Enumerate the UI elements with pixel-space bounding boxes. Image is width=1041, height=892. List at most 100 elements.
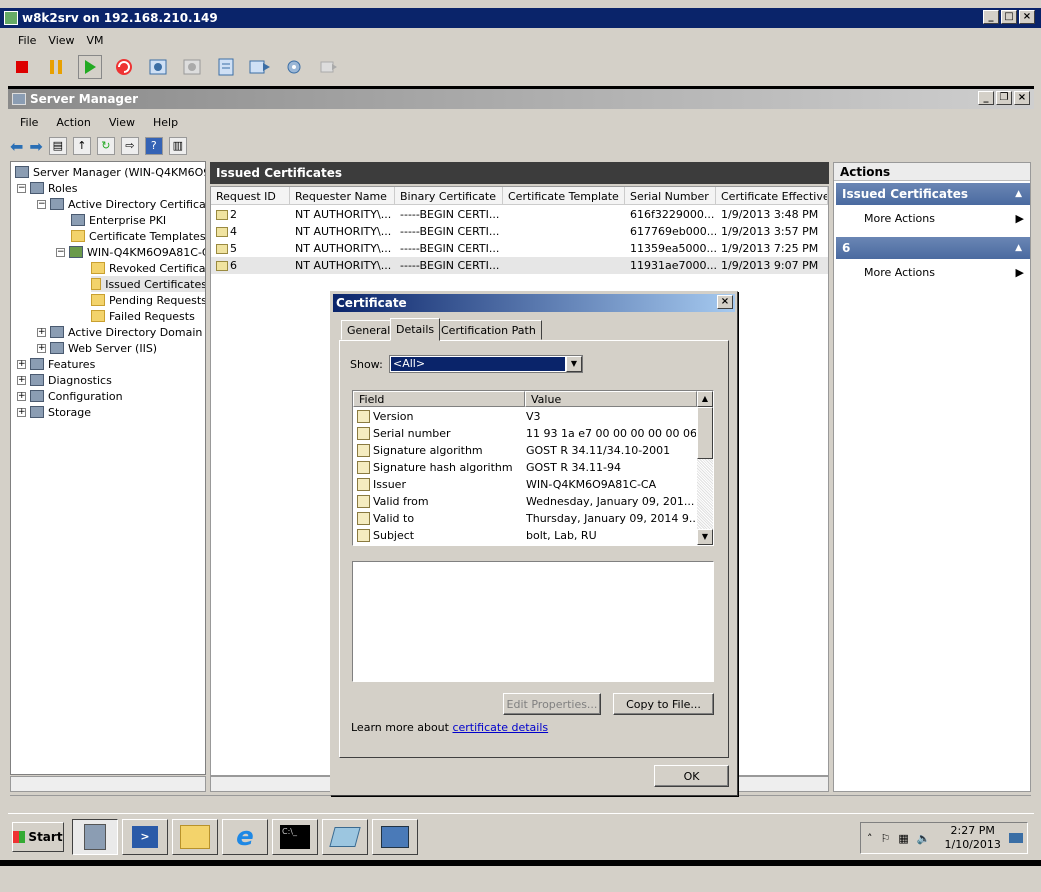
copy-to-file-button[interactable]: Copy to File... (613, 693, 714, 715)
minimize-button[interactable]: _ (983, 10, 999, 24)
flag-icon[interactable]: ⚐ (881, 832, 891, 845)
collapse-icon[interactable]: − (37, 199, 46, 209)
show-hide-action-pane-icon[interactable]: ▥ (168, 137, 187, 155)
column-header-certificate-template[interactable]: Certificate Template (503, 187, 625, 205)
taskbar-command-prompt[interactable]: C:\_ (272, 819, 318, 855)
more-actions-item[interactable]: More Actions ▶ (864, 263, 1028, 281)
reset-icon[interactable] (112, 55, 136, 79)
chevron-down-icon[interactable]: ▼ (566, 356, 582, 372)
column-header-request-id[interactable]: Request ID (211, 187, 290, 205)
sm-minimize-button[interactable]: _ (978, 91, 994, 105)
tree-item-adds[interactable]: + Active Directory Domain Se (37, 324, 205, 340)
taskbar-internet-explorer[interactable]: e (222, 819, 268, 855)
column-header-field[interactable]: Field (353, 391, 525, 407)
stop-icon[interactable] (10, 55, 34, 79)
taskbar-remote-desktop[interactable] (372, 819, 418, 855)
export-list-icon[interactable]: ⇨ (120, 137, 139, 155)
expand-icon[interactable]: + (37, 343, 46, 353)
sm-menu-help[interactable]: Help (153, 116, 178, 129)
revert-snapshot-icon[interactable] (180, 55, 204, 79)
sm-menu-file[interactable]: File (20, 116, 38, 129)
send-ctrl-alt-del-icon[interactable] (248, 55, 272, 79)
field-row[interactable]: Serial number 11 93 1a e7 00 00 00 00 00 … (357, 425, 697, 442)
field-row[interactable]: Valid to Thursday, January 09, 2014 9... (357, 510, 697, 527)
table-row[interactable]: 5 NT AUTHORITY\... -----BEGIN CERTI... 1… (211, 240, 828, 257)
field-row[interactable]: Valid from Wednesday, January 09, 201... (357, 493, 697, 510)
expand-icon[interactable]: + (17, 375, 26, 385)
up-one-level-icon[interactable]: ↑ (72, 137, 91, 155)
sm-restore-button[interactable]: ❐ (996, 91, 1012, 105)
tree-item-storage[interactable]: + Storage (17, 404, 91, 420)
actions-section-issued-certificates[interactable]: Issued Certificates ▲ (836, 183, 1030, 205)
collapse-arrow-icon[interactable]: ▲ (1015, 243, 1022, 253)
tree-item-adcs[interactable]: − Active Directory Certificate (37, 196, 205, 212)
expand-icon[interactable]: + (37, 327, 46, 337)
ok-button[interactable]: OK (654, 765, 729, 787)
tree-item-iis[interactable]: + Web Server (IIS) (37, 340, 157, 356)
column-header-effective-date[interactable]: Certificate Effective Da (716, 187, 828, 205)
close-button[interactable]: × (1019, 10, 1035, 24)
tree-item-certificate-templates[interactable]: Certificate Templates (71, 228, 205, 244)
tree-item-configuration[interactable]: + Configuration (17, 388, 123, 404)
show-select[interactable]: <All> ▼ (389, 355, 583, 373)
tab-certification-path[interactable]: Certification Path (435, 320, 542, 340)
tree-item-server-manager[interactable]: Server Manager (WIN-Q4KM6O9A8 (15, 164, 205, 180)
settings-icon[interactable] (282, 55, 306, 79)
expand-icon[interactable]: + (17, 359, 26, 369)
tab-details[interactable]: Details (390, 318, 441, 341)
sm-menu-action[interactable]: Action (56, 116, 90, 129)
clock[interactable]: 2:27 PM 1/10/2013 (944, 824, 1000, 852)
column-header-binary-certificate[interactable]: Binary Certificate (395, 187, 503, 205)
dialog-close-button[interactable]: × (717, 295, 733, 309)
scroll-up-icon[interactable]: ▲ (697, 391, 713, 407)
taskbar-server-manager[interactable] (72, 819, 118, 855)
back-icon[interactable]: ⬅ (10, 137, 23, 156)
tree-item-features[interactable]: + Features (17, 356, 95, 372)
table-row[interactable]: 2 NT AUTHORITY\... -----BEGIN CERTI... 6… (211, 206, 828, 223)
taskbar-powershell[interactable]: > (122, 819, 168, 855)
expand-icon[interactable]: + (17, 407, 26, 417)
tree-horizontal-scrollbar[interactable] (10, 776, 206, 792)
field-row[interactable]: Version V3 (357, 408, 697, 425)
scroll-down-icon[interactable]: ▼ (697, 529, 713, 545)
scroll-thumb[interactable] (697, 407, 713, 459)
tab-general[interactable]: General (341, 320, 397, 340)
forward-icon[interactable]: ➡ (29, 137, 42, 156)
network-icon[interactable]: ▦ (898, 832, 908, 845)
field-row[interactable]: Issuer WIN-Q4KM6O9A81C-CA (357, 476, 697, 493)
vm-menu-vm[interactable]: VM (87, 34, 104, 47)
field-detail-textbox[interactable] (352, 561, 714, 682)
table-row[interactable]: 6 NT AUTHORITY\... -----BEGIN CERTI... 1… (211, 257, 828, 274)
field-row[interactable]: Signature hash algorithm GOST R 34.11-94 (357, 459, 697, 476)
play-icon[interactable] (78, 55, 102, 79)
edit-properties-button[interactable]: Edit Properties... (503, 693, 601, 715)
maximize-button[interactable]: □ (1001, 10, 1017, 24)
actions-section-selected-item[interactable]: 6 ▲ (836, 237, 1030, 259)
volume-muted-icon[interactable]: 🔈 (917, 832, 931, 845)
vm-menu-view[interactable]: View (48, 34, 74, 47)
tree-item-issued-certificates[interactable]: Issued Certificates (91, 276, 205, 292)
tree-item-ca[interactable]: − WIN-Q4KM6O9A81C-C/ (56, 244, 205, 260)
expand-icon[interactable]: + (17, 391, 26, 401)
certificate-details-link[interactable]: certificate details (452, 721, 548, 734)
tree-item-pending-requests[interactable]: Pending Requests (91, 292, 205, 308)
show-hide-console-tree-icon[interactable]: ▤ (48, 137, 67, 155)
start-button[interactable]: Start (12, 822, 64, 852)
snapshot-icon[interactable] (146, 55, 170, 79)
vm-menu-file[interactable]: File (18, 34, 36, 47)
sm-menu-view[interactable]: View (109, 116, 135, 129)
taskbar-notepad[interactable] (322, 819, 368, 855)
fields-vertical-scrollbar[interactable]: ▲ ▼ (697, 391, 713, 545)
help-icon[interactable]: ? (144, 137, 163, 155)
show-desktop-icon[interactable] (1008, 833, 1023, 843)
field-row[interactable]: Signature algorithm GOST R 34.11/34.10-20… (357, 442, 697, 459)
tree-item-enterprise-pki[interactable]: Enterprise PKI (71, 212, 166, 228)
pause-icon[interactable] (44, 55, 68, 79)
show-hidden-icons-icon[interactable]: ˄ (867, 832, 873, 845)
tree-item-revoked-certificates[interactable]: Revoked Certificate (91, 260, 205, 276)
tree-item-failed-requests[interactable]: Failed Requests (91, 308, 195, 324)
snapshot-manager-icon[interactable] (214, 55, 238, 79)
field-row[interactable]: Subject bolt, Lab, RU (357, 527, 697, 544)
tree-item-roles[interactable]: − Roles (17, 180, 77, 196)
column-header-serial-number[interactable]: Serial Number (625, 187, 716, 205)
